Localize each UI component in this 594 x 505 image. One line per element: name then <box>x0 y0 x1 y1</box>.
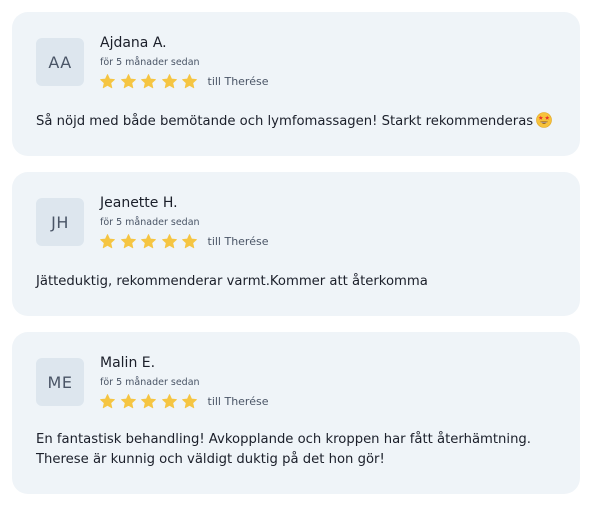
review-time: för 5 månader sedan <box>100 217 200 228</box>
star-icon <box>181 393 198 410</box>
review-target: till Therése <box>207 234 269 248</box>
review-time: för 5 månader sedan <box>100 57 200 68</box>
star-rating <box>99 393 202 410</box>
star-icon <box>181 233 198 250</box>
star-icon <box>99 233 116 250</box>
star-icon <box>161 393 178 410</box>
review-text-content: Så nöjd med både bemötande och lymfomass… <box>36 114 534 129</box>
reviewer-name: Malin E. <box>100 355 156 371</box>
review-text: Jätteduktig, rekommenderar varmt.Kommer … <box>36 274 428 289</box>
rating-row: till Therése <box>99 392 268 410</box>
avatar: AA <box>36 38 84 86</box>
avatar: ME <box>36 358 84 406</box>
star-icon <box>140 393 157 410</box>
reviewer-name: Ajdana A. <box>100 35 167 51</box>
review-text: Så nöjd med både bemötande och lymfomass… <box>36 112 566 132</box>
star-icon <box>161 233 178 250</box>
reviews-list: AA Ajdana A. för 5 månader sedan till Th… <box>0 0 594 505</box>
star-icon <box>140 233 157 250</box>
review-target: till Therése <box>207 74 269 88</box>
star-icon <box>99 73 116 90</box>
star-rating <box>99 73 202 90</box>
review-time: för 5 månader sedan <box>100 377 200 388</box>
star-icon <box>181 73 198 90</box>
star-icon <box>120 233 137 250</box>
review-card: AA Ajdana A. för 5 månader sedan till Th… <box>12 12 580 156</box>
star-icon <box>140 73 157 90</box>
review-card: JH Jeanette H. för 5 månader sedan till … <box>12 172 580 316</box>
rating-row: till Therése <box>99 232 268 250</box>
review-target: till Therése <box>207 394 269 408</box>
star-rating <box>99 233 202 250</box>
rating-row: till Therése <box>99 72 268 90</box>
star-icon <box>99 393 116 410</box>
star-icon <box>161 73 178 90</box>
avatar: JH <box>36 198 84 246</box>
star-icon <box>120 393 137 410</box>
reviewer-name: Jeanette H. <box>100 195 178 211</box>
star-struck-emoji-icon <box>536 112 552 128</box>
star-icon <box>120 73 137 90</box>
review-text: En fantastisk behandling! Avkopplande oc… <box>36 432 531 467</box>
review-card: ME Malin E. för 5 månader sedan till The… <box>12 332 580 494</box>
